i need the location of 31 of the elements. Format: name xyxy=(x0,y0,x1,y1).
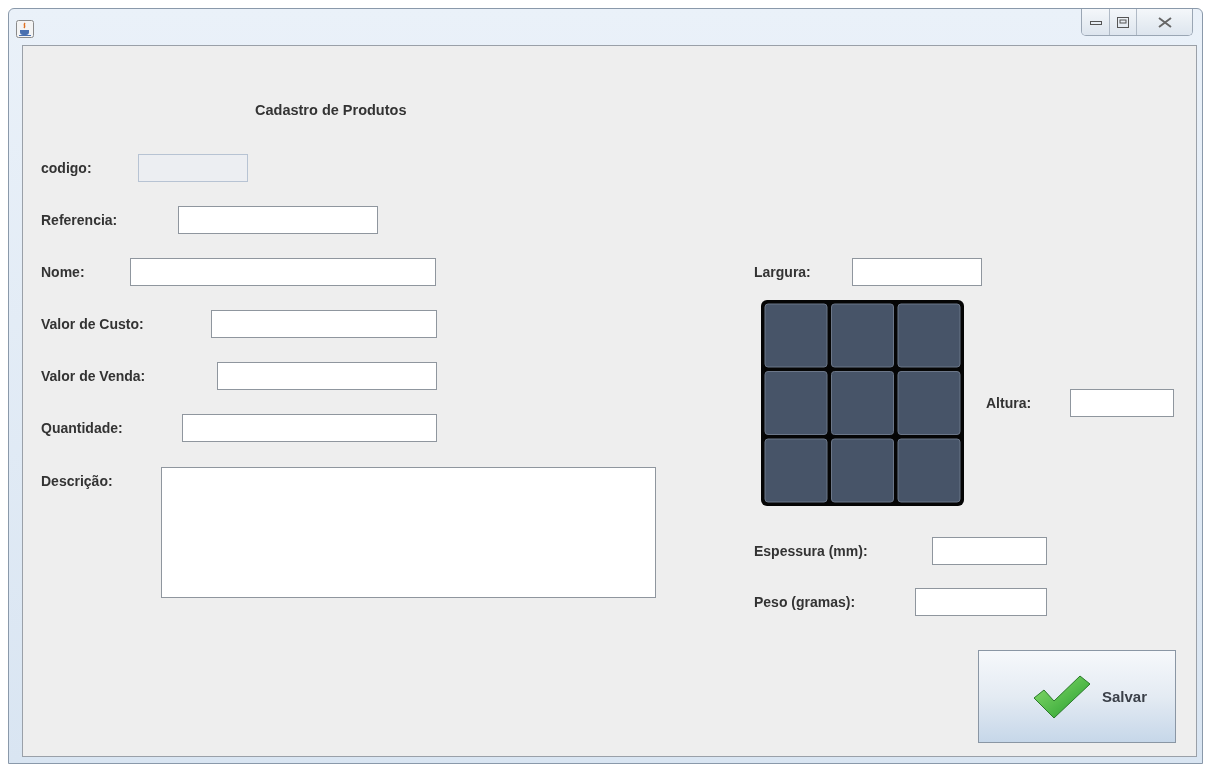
text-field[interactable] xyxy=(915,588,1047,616)
close-button[interactable] xyxy=(1136,9,1192,35)
description-field[interactable] xyxy=(161,467,656,598)
text-field[interactable] xyxy=(211,310,437,338)
cup-icon xyxy=(16,20,34,38)
field-label: Quantidade: xyxy=(41,420,124,436)
minimize-button[interactable] xyxy=(1082,9,1109,35)
minimize-icon xyxy=(1089,18,1102,26)
maximize-icon xyxy=(1117,16,1129,28)
field-label: Espessura (mm): xyxy=(754,543,869,559)
form-title: Cadastro de Produtos xyxy=(255,102,408,120)
close-icon xyxy=(1157,16,1172,28)
maximize-button[interactable] xyxy=(1109,9,1136,35)
text-field[interactable] xyxy=(130,258,436,286)
text-field[interactable] xyxy=(932,537,1047,565)
field-label: Referencia: xyxy=(41,212,119,228)
text-field[interactable] xyxy=(852,258,982,286)
field-label: Peso (gramas): xyxy=(754,594,857,610)
field-label: Nome: xyxy=(41,264,86,280)
field-label: Largura: xyxy=(754,264,812,280)
checkmark-icon xyxy=(1031,673,1092,720)
field-label: Valor de Custo: xyxy=(41,316,145,332)
field-label: codigo: xyxy=(41,160,93,176)
text-field[interactable] xyxy=(182,414,437,442)
field-label: Altura: xyxy=(986,395,1033,411)
field-label: Valor de Venda: xyxy=(41,368,147,384)
text-field[interactable] xyxy=(217,362,437,390)
save-button[interactable]: Salvar xyxy=(978,650,1176,743)
field-label: Descrição: xyxy=(41,473,114,489)
text-field[interactable] xyxy=(1070,389,1174,417)
text-field[interactable] xyxy=(178,206,378,234)
